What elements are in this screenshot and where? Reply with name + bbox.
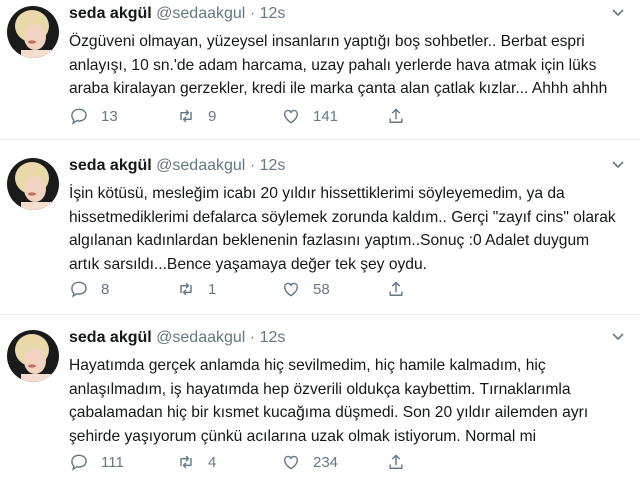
tweet-text-line: şehirde yaşıyorum çünkü acılarına uzak o… (69, 427, 537, 445)
reply-icon (71, 454, 87, 471)
timestamp[interactable]: 12s (260, 157, 286, 174)
like-button[interactable]: 234 (281, 450, 338, 474)
like-count: 58 (313, 280, 330, 298)
author-name[interactable]: seda akgül (69, 5, 152, 22)
reply-icon (71, 281, 87, 298)
tweet-actions: 8 1 58 (69, 277, 609, 301)
retweet-count: 9 (208, 107, 217, 125)
tweet-text-line: İşin kötüsü, mesleğim icabı 20 yıldır hi… (69, 185, 565, 202)
avatar[interactable] (7, 6, 59, 58)
tweet-text-line: anlaşılmadım, iş hayatımda hep özverili … (69, 380, 571, 398)
separator-dot: · (249, 157, 256, 174)
share-button[interactable] (386, 277, 406, 301)
reply-count: 111 (101, 453, 124, 471)
reply-button[interactable]: 8 (69, 277, 109, 301)
tweet-text-line: algılanan kadınlardan beklenenin fazlası… (69, 232, 590, 249)
like-icon (284, 109, 298, 124)
tweet-text: Hayatımda gerçek anlamda hiç sevilmedim,… (69, 354, 629, 448)
retweet-count: 4 (208, 453, 217, 471)
separator-dot: · (249, 5, 256, 22)
like-icon (284, 282, 298, 297)
like-button[interactable]: 141 (281, 104, 338, 128)
tweet[interactable]: seda akgül @sedaakgul · 12s Özgüveni olm… (0, 0, 640, 140)
author-handle[interactable]: @sedaakgul (156, 5, 245, 22)
separator-dot: · (249, 329, 256, 346)
chevron-down-icon[interactable] (610, 156, 626, 172)
reply-count: 8 (101, 280, 110, 298)
retweet-icon (180, 455, 192, 469)
tweet-header: seda akgül @sedaakgul · 12s (69, 328, 285, 348)
share-icon (389, 108, 403, 123)
chevron-down-icon[interactable] (610, 4, 626, 20)
share-button[interactable] (386, 104, 406, 128)
author-handle[interactable]: @sedaakgul (156, 329, 245, 346)
tweet-text-line: hissetmediklerimi defalarca söylemek zor… (69, 208, 616, 226)
retweet-icon (180, 109, 192, 123)
tweet-actions: 13 9 141 (69, 104, 609, 128)
like-icon (284, 455, 298, 470)
retweet-icon (180, 282, 192, 296)
tweet-text: İşin kötüsü, mesleğim icabı 20 yıldır hi… (69, 182, 629, 276)
tweet-text-line: Özgüveni olmayan, yüzeysel insanların ya… (69, 33, 585, 50)
retweet-button[interactable]: 1 (176, 277, 216, 301)
tweet-text-line: artık sarsıldı...Bence yaşamaya değer te… (69, 255, 427, 273)
tweet-text-line: çabalamadan hiç bir kısmet kucağıma düşm… (69, 404, 589, 421)
retweet-button[interactable]: 9 (176, 104, 216, 128)
tweet-text-line: Hayatımda gerçek anlamda hiç sevilmedim,… (69, 357, 546, 374)
like-button[interactable]: 58 (281, 277, 330, 301)
timestamp[interactable]: 12s (260, 5, 286, 22)
tweet[interactable]: seda akgül @sedaakgul · 12s İşin kötüsü,… (0, 152, 640, 315)
like-count: 141 (313, 107, 339, 125)
tweet-actions: 111 4 234 (69, 450, 609, 474)
retweet-button[interactable]: 4 (176, 450, 216, 474)
timestamp[interactable]: 12s (260, 329, 286, 346)
author-handle[interactable]: @sedaakgul (156, 157, 245, 174)
avatar[interactable] (7, 330, 59, 382)
reply-count: 13 (101, 107, 118, 125)
tweet-text-line: anlayışı, 10 sn.'de adam harcama, uzay p… (69, 56, 597, 74)
retweet-count: 1 (208, 280, 217, 298)
tweet-header: seda akgül @sedaakgul · 12s (69, 4, 285, 24)
author-name[interactable]: seda akgül (69, 329, 152, 346)
share-icon (389, 281, 403, 296)
share-icon (389, 454, 403, 469)
reply-button[interactable]: 13 (69, 104, 118, 128)
avatar[interactable] (7, 158, 59, 210)
tweet[interactable]: seda akgül @sedaakgul · 12s Hayatımda ge… (0, 324, 640, 489)
tweet-text-line: araba kiralayan gerzekler, kredi ile mar… (69, 80, 608, 97)
tweet-header: seda akgül @sedaakgul · 12s (69, 156, 285, 176)
tweet-text: Özgüveni olmayan, yüzeysel insanların ya… (69, 30, 629, 101)
reply-button[interactable]: 111 (69, 450, 124, 474)
like-count: 234 (313, 453, 339, 471)
share-button[interactable] (386, 450, 406, 474)
chevron-down-icon[interactable] (610, 328, 626, 344)
reply-icon (71, 108, 87, 125)
author-name[interactable]: seda akgül (69, 157, 152, 174)
